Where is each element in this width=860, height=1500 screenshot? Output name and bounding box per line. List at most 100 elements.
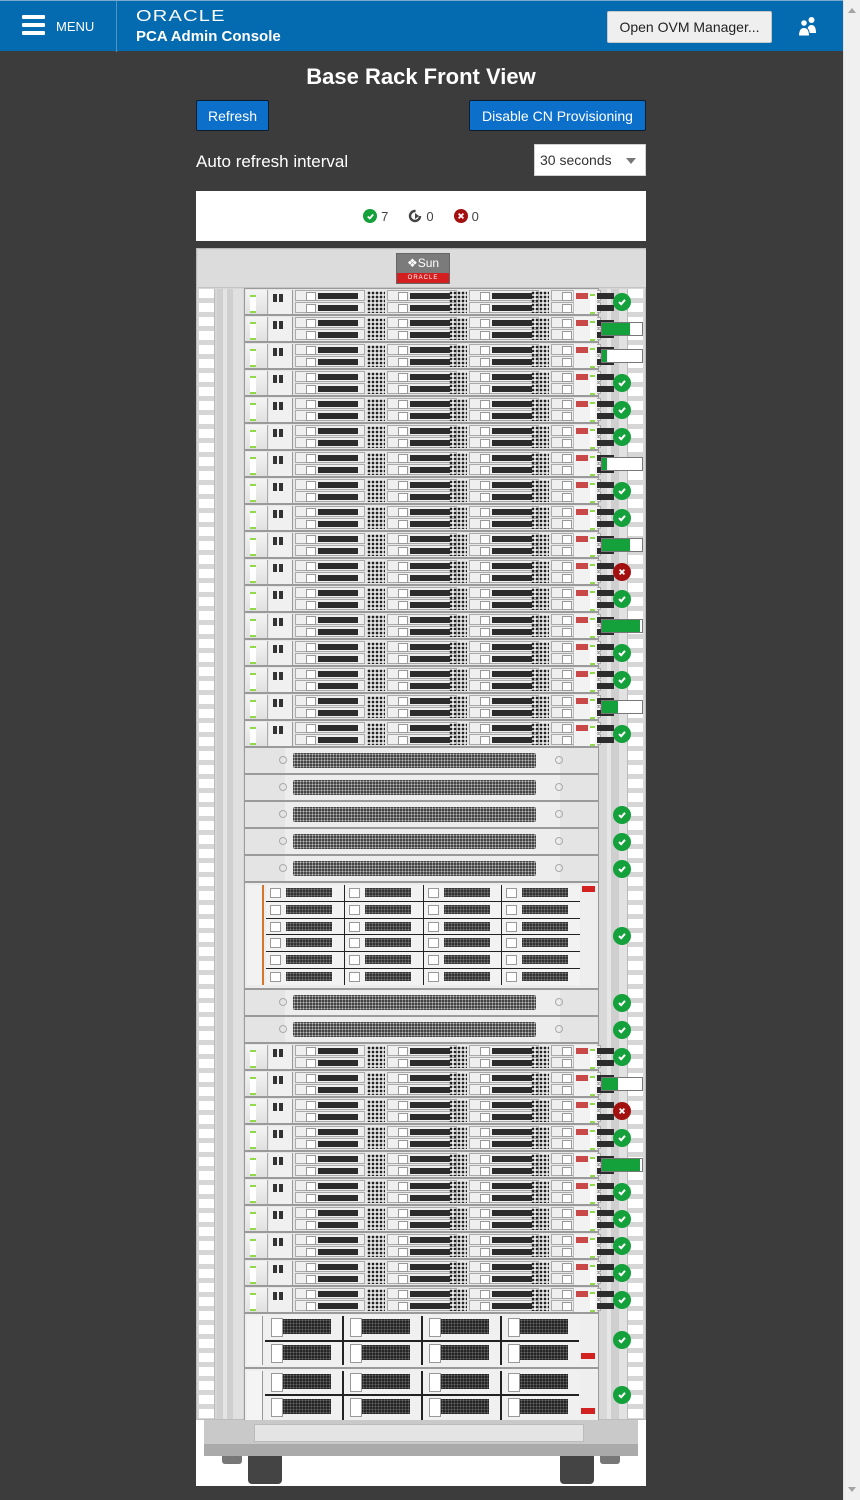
- rack-unit-server[interactable]: [244, 1070, 614, 1097]
- rack-base: [204, 1420, 638, 1456]
- rack-unit-blank[interactable]: [244, 774, 599, 801]
- rack-unit-server[interactable]: [244, 1097, 614, 1124]
- rack-unit-blank[interactable]: [244, 1016, 599, 1043]
- rack-unit-blank[interactable]: [244, 747, 599, 774]
- rack-unit-blank[interactable]: [244, 801, 599, 828]
- disable-cn-provisioning-button[interactable]: Disable CN Provisioning: [469, 100, 646, 131]
- menu-label: MENU: [56, 19, 95, 34]
- rack-unit-blank[interactable]: [244, 828, 599, 855]
- rack-unit-server[interactable]: [244, 288, 614, 315]
- unit-status: [600, 1020, 644, 1040]
- rack-unit-server[interactable]: [244, 1043, 614, 1070]
- check-circle-icon: [613, 1047, 631, 1066]
- rack-unit-server[interactable]: [244, 1232, 614, 1259]
- unit-status: [600, 724, 644, 744]
- unit-status: [600, 1128, 644, 1148]
- unit-status: [600, 832, 644, 852]
- scroll-up-icon[interactable]: [848, 8, 856, 13]
- check-circle-icon: [613, 832, 631, 851]
- rack-unit-server[interactable]: [244, 693, 614, 720]
- page-scrollbar[interactable]: [843, 0, 860, 1500]
- sun-diamond-icon: ❖: [406, 256, 418, 270]
- provisioning-progress-bar: [601, 618, 643, 633]
- menu-button[interactable]: MENU: [0, 1, 117, 52]
- refresh-button[interactable]: Refresh: [196, 100, 269, 131]
- users-icon[interactable]: [797, 16, 819, 36]
- rack-unit-node[interactable]: [244, 1367, 599, 1422]
- unit-status: [600, 1155, 644, 1175]
- rack-unit-server[interactable]: [244, 1124, 614, 1151]
- unit-status: [600, 1236, 644, 1256]
- caster-wheel: [248, 1456, 282, 1484]
- rack-unit-server[interactable]: [244, 531, 614, 558]
- refresh-pending-icon: [408, 209, 422, 223]
- unit-status: [600, 993, 644, 1013]
- unit-status: [600, 589, 644, 609]
- check-circle-icon: [613, 400, 631, 419]
- open-ovm-manager-button[interactable]: Open OVM Manager...: [607, 11, 772, 43]
- rack-unit-server[interactable]: [244, 612, 614, 639]
- rack-unit-server[interactable]: [244, 1259, 614, 1286]
- page-title: Base Rack Front View: [306, 64, 536, 89]
- check-circle-icon: [613, 1020, 631, 1039]
- unit-status: [600, 454, 644, 474]
- check-circle-icon: [613, 805, 631, 824]
- rack-unit-blank[interactable]: [244, 855, 599, 882]
- rack-unit-server[interactable]: [244, 558, 614, 585]
- rack-unit-server[interactable]: [244, 639, 614, 666]
- unit-status: [600, 616, 644, 636]
- auto-refresh-select[interactable]: 30 seconds: [534, 144, 646, 176]
- rack-unit-server[interactable]: [244, 1178, 614, 1205]
- base-panel: [254, 1424, 584, 1442]
- check-circle-icon: [613, 643, 631, 662]
- error-circle-icon: [613, 562, 631, 581]
- rack-unit-server[interactable]: [244, 1151, 614, 1178]
- rack-unit-server[interactable]: [244, 315, 614, 342]
- provisioning-progress-bar: [601, 321, 643, 336]
- rack-unit-server[interactable]: [244, 450, 614, 477]
- provisioning-progress-bar: [601, 537, 643, 552]
- caster-wheel: [560, 1456, 594, 1484]
- auto-refresh-value: 30 seconds: [540, 152, 612, 168]
- provisioning-progress-bar: [601, 348, 643, 363]
- unit-status: [600, 926, 644, 946]
- app-title: PCA Admin Console: [136, 28, 281, 45]
- check-circle-icon: [613, 1385, 631, 1404]
- chevron-down-icon: [626, 158, 636, 164]
- summary-error: 0: [453, 209, 479, 224]
- rack-unit-blank[interactable]: [244, 989, 599, 1016]
- rack-unit-node[interactable]: [244, 1313, 599, 1368]
- error-circle-icon: [613, 1101, 631, 1120]
- unit-status: [600, 373, 644, 393]
- summary-pending-count: 0: [426, 208, 434, 224]
- rack-unit-server[interactable]: [244, 396, 614, 423]
- unit-status: [600, 508, 644, 528]
- unit-status: [600, 1101, 644, 1121]
- provisioning-progress-bar: [601, 699, 643, 714]
- rack-unit-server[interactable]: [244, 585, 614, 612]
- rack-unit-server[interactable]: [244, 666, 614, 693]
- check-circle-icon: [613, 373, 631, 392]
- rack-unit-server[interactable]: [244, 1205, 614, 1232]
- check-circle-icon: [613, 508, 631, 527]
- unit-status: [600, 427, 644, 447]
- leveling-foot: [222, 1456, 242, 1464]
- rack-unit-storage[interactable]: [244, 882, 599, 989]
- unit-status: [600, 346, 644, 366]
- rack-unit-server[interactable]: [244, 720, 614, 747]
- rack-unit-server[interactable]: [244, 477, 614, 504]
- check-circle-icon: [613, 481, 631, 500]
- check-circle-icon: [613, 724, 631, 743]
- scroll-down-icon[interactable]: [848, 1487, 856, 1492]
- unit-status: [600, 292, 644, 312]
- rack-unit-server[interactable]: [244, 423, 614, 450]
- summary-ok: 7: [363, 209, 388, 224]
- unit-status: [600, 1385, 644, 1405]
- rack-unit-server[interactable]: [244, 1286, 614, 1313]
- error-circle-icon: [453, 209, 468, 223]
- rack-unit-server[interactable]: [244, 342, 614, 369]
- check-circle-icon: [613, 859, 631, 878]
- rack-unit-server[interactable]: [244, 504, 614, 531]
- unit-status: [600, 1047, 644, 1067]
- rack-unit-server[interactable]: [244, 369, 614, 396]
